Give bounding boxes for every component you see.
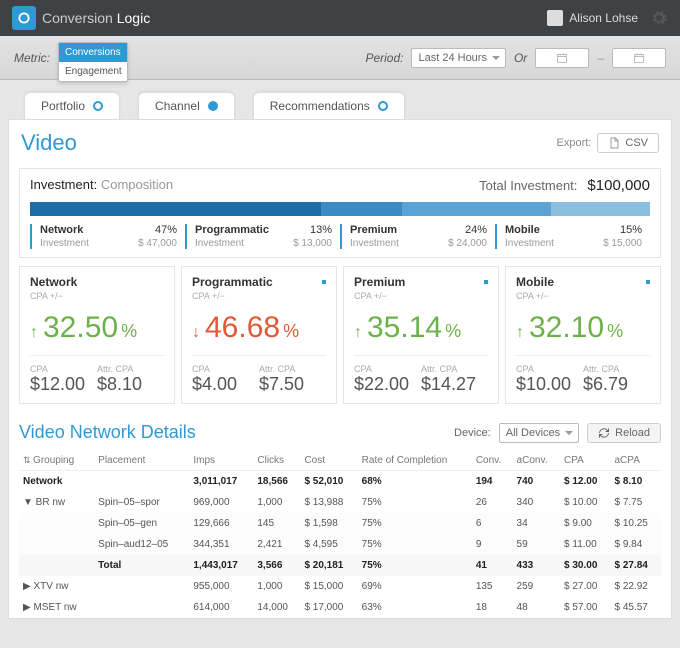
metric-card[interactable]: MobileCPA +/−↑32.10%CPA$10.00Attr. CPA$6… [505,266,661,404]
arrow-up-icon: ↑ [30,324,38,342]
document-icon [608,137,620,149]
table-col-header[interactable]: Conv. [472,451,513,471]
investment-segment [321,202,402,216]
period-select[interactable]: Last 24 Hours [411,48,505,68]
table-row[interactable]: Spin–aud12–05344,3512,421$ 4,59575%959$ … [19,534,661,555]
metric-card[interactable]: ProgrammaticCPA +/−↓46.68%CPA$4.00Attr. … [181,266,337,404]
metric-card[interactable]: NetworkCPA +/−↑32.50%CPA$12.00Attr. CPA$… [19,266,175,404]
date-from[interactable] [535,48,589,68]
investment-segment [30,202,321,216]
investment-segment [402,202,551,216]
circle-icon [93,101,103,111]
table-row[interactable]: ▶ XTV nw955,0001,000$ 15,00069%135259$ 2… [19,576,661,597]
device-select[interactable]: All Devices [499,423,579,443]
circle-icon [378,101,388,111]
logo-icon [12,6,36,30]
page-title: Video [21,130,77,156]
investment-segment [551,202,650,216]
page: Video Export: CSV Investment: Compositio… [8,119,672,619]
details-title: Video Network Details [19,422,196,443]
user-menu[interactable]: Alison Lohse [547,10,638,26]
investment-col: Programmatic13%Investment$ 13,000 [185,224,340,249]
brand: Conversion Logic [42,10,150,26]
investment-bar [30,202,650,216]
metric-option[interactable]: Conversions [59,43,127,62]
table-col-header[interactable]: Rate of Completion [358,451,472,471]
date-dash: – [597,51,604,65]
tab-recommendations[interactable]: Recommendations [253,92,405,119]
device-label: Device: [454,427,491,439]
metric-label: Metric: [14,51,50,65]
table-col-header[interactable]: Imps [189,451,253,471]
tab-channel[interactable]: Channel [138,92,235,119]
circle-icon [484,280,488,284]
metric-dropdown[interactable]: Conversions Engagement [58,42,128,82]
investment-col: Premium24%Investment$ 24,000 [340,224,495,249]
investment-block: Investment: Composition Total Investment… [19,168,661,258]
table-col-header[interactable]: aConv. [513,451,561,471]
table-col-header[interactable]: aCPA [610,451,661,471]
table-col-header[interactable]: ⇅ Grouping [19,451,94,471]
metric-card[interactable]: PremiumCPA +/−↑35.14%CPA$22.00Attr. CPA$… [343,266,499,404]
arrow-up-icon: ↑ [516,324,524,342]
table-row[interactable]: ▶ MSET nw614,00014,000$ 17,00063%1848$ 5… [19,597,661,618]
date-to[interactable] [612,48,666,68]
tab-portfolio[interactable]: Portfolio [24,92,120,119]
table-col-header[interactable]: Cost [300,451,357,471]
export-label: Export: [557,137,592,149]
reload-icon [598,427,610,439]
circle-icon [646,280,650,284]
tabs: Portfolio Channel Recommendations [0,80,680,119]
arrow-up-icon: ↑ [354,324,362,342]
table-row[interactable]: Network3,011,01718,566$ 52,01068%194740$… [19,471,661,493]
table-row[interactable]: Total1,443,0173,566$ 20,18175%41433$ 30.… [19,555,661,576]
table-col-header[interactable]: Clicks [253,451,300,471]
reload-button[interactable]: Reload [587,423,661,443]
investment-col: Network47%Investment$ 47,000 [30,224,185,249]
table-col-header[interactable]: Placement [94,451,189,471]
metric-option[interactable]: Engagement [59,62,127,81]
user-name: Alison Lohse [569,11,638,25]
circle-icon [208,101,218,111]
details-table: ⇅ GroupingPlacementImpsClicksCostRate of… [19,451,661,618]
arrow-down-icon: ↓ [192,324,200,342]
gear-icon[interactable] [650,9,668,27]
investment-col: Mobile15%Investment$ 15,000 [495,224,650,249]
export-csv-button[interactable]: CSV [597,133,659,153]
calendar-icon [556,52,568,64]
filter-bar: Metric: Conversions Engagement Period: L… [0,36,680,80]
period-label: Period: [365,51,403,65]
or-label: Or [514,51,527,65]
circle-icon [322,280,326,284]
calendar-icon [633,52,645,64]
avatar-icon [547,10,563,26]
topbar: Conversion Logic Alison Lohse [0,0,680,36]
table-col-header[interactable]: CPA [560,451,610,471]
table-row[interactable]: Spin–05–gen129,666145$ 1,59875%634$ 9.00… [19,513,661,534]
table-row[interactable]: ▼ BR nwSpin–05–spor969,0001,000$ 13,9887… [19,492,661,513]
